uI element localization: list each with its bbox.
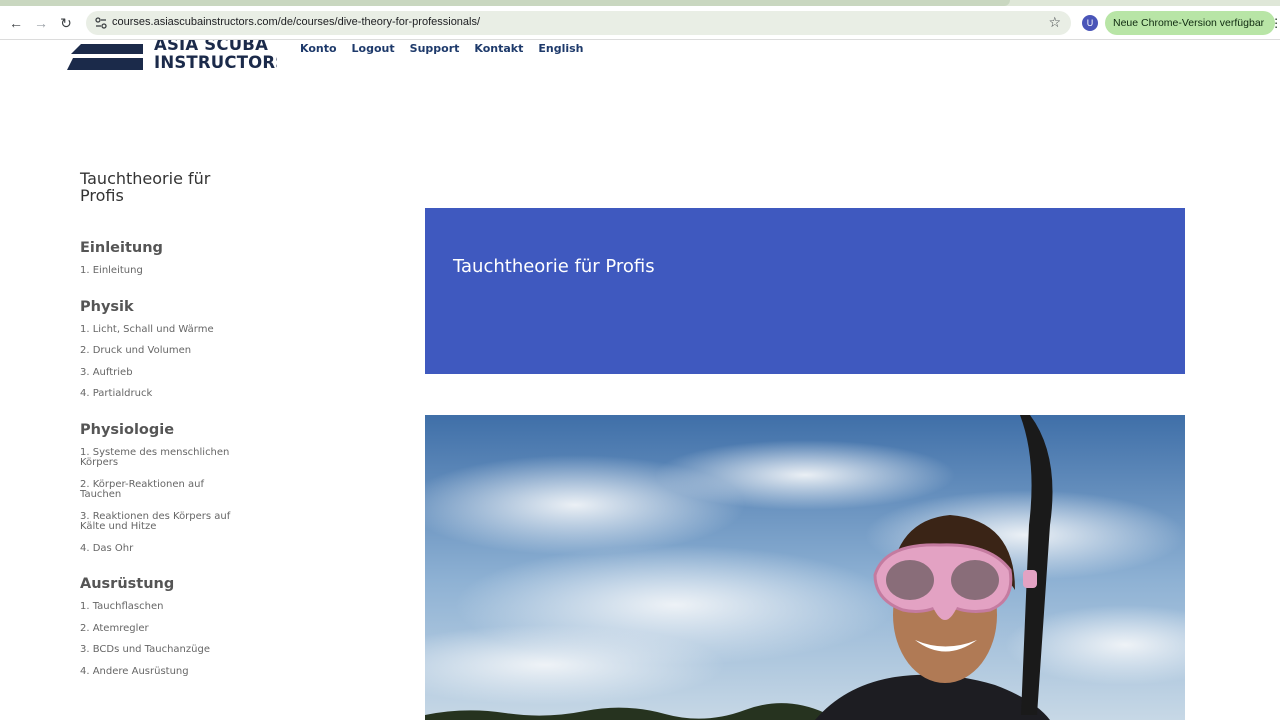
nav-link-konto[interactable]: Konto <box>300 42 337 55</box>
site-logo[interactable]: ASIA SCUBA INSTRUCTORS <box>67 40 277 72</box>
section-title: Ausrüstung <box>80 576 175 592</box>
section-physiologie: Physiologie 1. Systeme des menschlichen … <box>80 422 240 555</box>
bookmark-star-icon[interactable]: ☆ <box>1048 14 1061 31</box>
course-banner: Tauchtheorie für Profis <box>425 208 1185 374</box>
site-settings-icon[interactable] <box>94 16 108 30</box>
lesson-link[interactable]: 2. Druck und Volumen <box>80 345 240 357</box>
address-bar[interactable]: courses.asiascubainstructors.com/de/cour… <box>86 11 1071 35</box>
banner-title: Tauchtheorie für Profis <box>453 256 655 277</box>
lesson-link[interactable]: 1. Licht, Schall und Wärme <box>80 324 240 336</box>
logo-line2: INSTRUCTORS <box>154 53 277 72</box>
section-physik: Physik 1. Licht, Schall und Wärme 2. Dru… <box>80 299 240 400</box>
lesson-link[interactable]: 3. BCDs und Tauchanzüge <box>80 644 240 656</box>
logo-text: ASIA SCUBA INSTRUCTORS <box>154 40 277 72</box>
lesson-link[interactable]: 4. Das Ohr <box>80 543 240 555</box>
lesson-link[interactable]: 1. Einleitung <box>80 265 240 277</box>
update-label: Neue Chrome-Version verfügbar <box>1113 17 1265 29</box>
nav-link-support[interactable]: Support <box>410 42 460 55</box>
course-title: Tauchtheorie für Profis <box>80 169 211 205</box>
lesson-link[interactable]: 1. Tauchflaschen <box>80 601 240 613</box>
lesson-link[interactable]: 3. Reaktionen des Körpers auf Kälte und … <box>80 511 240 533</box>
section-title: Physik <box>80 298 134 315</box>
logo-mark-icon <box>67 44 143 70</box>
lesson-link[interactable]: 4. Andere Ausrüstung <box>80 666 240 678</box>
lesson-link[interactable]: 2. Körper-Reaktionen auf Tauchen <box>80 479 240 501</box>
section-title: Physiologie <box>80 421 175 438</box>
section-title: Einleitung <box>80 240 163 256</box>
site-nav: Konto Logout Support Kontakt English <box>300 42 599 55</box>
chrome-update-button[interactable]: Neue Chrome-Version verfügbar ⋮ <box>1105 11 1280 35</box>
lesson-link[interactable]: 3. Auftrieb <box>80 367 240 379</box>
reload-icon[interactable]: ↻ <box>56 13 76 33</box>
lesson-link[interactable]: 1. Systeme des menschlichen Körpers <box>80 447 240 469</box>
profile-avatar[interactable]: U <box>1082 15 1098 31</box>
forward-icon[interactable]: → <box>31 13 51 33</box>
back-icon[interactable]: ← <box>6 13 26 33</box>
browser-toolbar: ← → ↻ courses.asiascubainstructors.com/d… <box>0 6 1280 40</box>
section-einleitung: Einleitung 1. Einleitung <box>80 240 240 277</box>
more-icon: ⋮ <box>1270 16 1280 30</box>
course-sidebar: Tauchtheorie für Profis Einleitung 1. Ei… <box>80 170 240 699</box>
lesson-link[interactable]: 4. Partialdruck <box>80 388 240 400</box>
logo-line1: ASIA SCUBA <box>154 40 269 54</box>
section-ausruestung: Ausrüstung 1. Tauchflaschen 2. Atemregle… <box>80 576 240 677</box>
nav-link-logout[interactable]: Logout <box>352 42 395 55</box>
nav-link-kontakt[interactable]: Kontakt <box>474 42 523 55</box>
hero-image <box>425 415 1185 720</box>
nav-link-english[interactable]: English <box>538 42 583 55</box>
lesson-link[interactable]: 2. Atemregler <box>80 623 240 635</box>
diver-photo-illustration <box>425 415 1185 720</box>
url-text[interactable]: courses.asiascubainstructors.com/de/cour… <box>112 16 480 28</box>
